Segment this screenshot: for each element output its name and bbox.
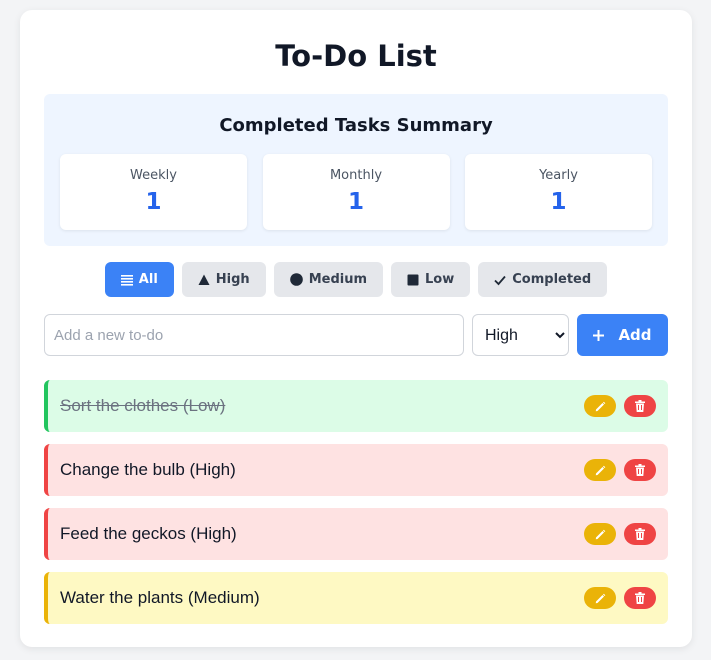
filter-high-button[interactable]: High — [181, 262, 266, 297]
stat-label: Yearly — [539, 168, 578, 183]
list-icon — [120, 274, 133, 286]
todo-card: To-Do List Completed Tasks Summary Weekl… — [20, 10, 692, 647]
stat-value: 1 — [145, 189, 162, 215]
trash-icon — [635, 461, 645, 480]
add-todo-button[interactable]: Add — [577, 314, 668, 356]
triangle-icon — [198, 274, 210, 286]
edit-button[interactable] — [584, 459, 616, 481]
summary-title: Completed Tasks Summary — [219, 115, 493, 136]
todo-actions — [584, 395, 656, 417]
delete-button[interactable] — [624, 395, 656, 417]
filter-low-button[interactable]: Low — [391, 262, 471, 297]
summary-stats: Weekly 1 Monthly 1 Yearly 1 — [60, 154, 652, 230]
todo-text[interactable]: Change the bulb (High) — [60, 460, 236, 480]
square-icon — [407, 274, 419, 286]
edit-button[interactable] — [584, 523, 616, 545]
filter-all-button[interactable]: All — [104, 262, 174, 297]
filter-bar: All High Medium Low Completed — [44, 262, 668, 297]
filter-label: High — [215, 272, 250, 287]
add-todo-form: High Medium Low Add — [44, 314, 668, 356]
stat-monthly: Monthly 1 — [262, 154, 450, 230]
filter-label: Completed — [512, 272, 592, 287]
todo-item: Feed the geckos (High) — [44, 508, 668, 560]
todo-actions — [584, 523, 656, 545]
add-button-label: Add — [618, 326, 652, 344]
todo-item: Water the plants (Medium) — [44, 572, 668, 624]
todo-item: Change the bulb (High) — [44, 444, 668, 496]
trash-icon — [635, 397, 645, 416]
trash-icon — [635, 589, 645, 608]
circle-icon — [289, 273, 303, 286]
todo-actions — [584, 587, 656, 609]
priority-select[interactable]: High Medium Low — [472, 314, 569, 356]
pencil-icon — [595, 589, 606, 608]
delete-button[interactable] — [624, 523, 656, 545]
check-icon — [494, 274, 506, 286]
filter-label: Low — [425, 272, 455, 287]
todo-text[interactable]: Feed the geckos (High) — [60, 524, 237, 544]
delete-button[interactable] — [624, 587, 656, 609]
todo-text[interactable]: Water the plants (Medium) — [60, 588, 260, 608]
stat-value: 1 — [550, 189, 567, 215]
completed-summary-panel: Completed Tasks Summary Weekly 1 Monthly… — [44, 94, 668, 246]
page-title: To-Do List — [275, 39, 437, 73]
trash-icon — [635, 525, 645, 544]
pencil-icon — [595, 525, 606, 544]
filter-label: Medium — [308, 272, 368, 287]
edit-button[interactable] — [584, 395, 616, 417]
filter-medium-button[interactable]: Medium — [273, 262, 384, 297]
delete-button[interactable] — [624, 459, 656, 481]
edit-button[interactable] — [584, 587, 616, 609]
new-todo-input[interactable] — [44, 314, 464, 356]
filter-label: All — [138, 272, 158, 287]
pencil-icon — [595, 397, 606, 416]
todo-text[interactable]: Sort the clothes (Low) — [60, 396, 225, 416]
stat-weekly: Weekly 1 — [60, 154, 247, 230]
plus-icon — [593, 329, 605, 341]
stat-label: Weekly — [130, 168, 177, 183]
todo-list: Sort the clothes (Low) Change the bulb (… — [44, 380, 668, 624]
stat-value: 1 — [347, 189, 364, 215]
stat-yearly: Yearly 1 — [465, 154, 652, 230]
pencil-icon — [595, 461, 606, 480]
filter-completed-button[interactable]: Completed — [478, 262, 608, 297]
todo-item: Sort the clothes (Low) — [44, 380, 668, 432]
stat-label: Monthly — [329, 168, 383, 183]
todo-actions — [584, 459, 656, 481]
